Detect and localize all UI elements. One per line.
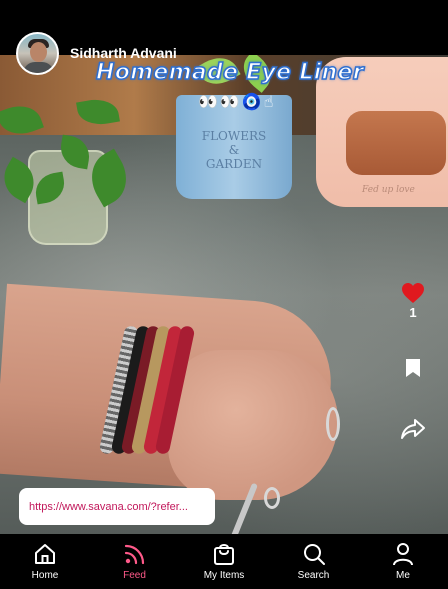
feed-icon [124,544,144,565]
hand [168,350,338,500]
shopping-bag-icon [214,544,234,565]
toaster-slot [346,111,446,175]
search-icon [303,544,325,565]
nav-label: Me [396,570,410,581]
toaster-brand: Fed up love [362,185,415,195]
nav-me[interactable]: Me [368,534,438,589]
ring [264,487,280,509]
nav-home[interactable]: Home [10,534,80,589]
save-button[interactable] [397,358,429,383]
nav-my-items[interactable]: My Items [189,534,259,589]
home-icon [35,544,55,564]
nav-search[interactable]: Search [279,534,349,589]
nav-label: Feed [123,570,146,581]
share-button[interactable] [397,418,429,445]
username[interactable]: Sidharth Advani [70,45,177,61]
pot-label: FLOWERS & GARDEN [201,129,267,171]
avatar-face [30,42,47,62]
product-link-text[interactable]: https://www.savana.com/?refer... [29,501,188,513]
nav-label: Search [297,570,330,581]
profile-icon [393,543,413,566]
title-emoji: 👀👀🧿☝ [198,94,276,111]
video-frame[interactable]: FLOWERS & GARDEN Fed up love [0,55,448,534]
share-icon [401,419,425,439]
bookmark-icon [406,359,420,377]
bottom-nav: Home Feed My Items Search Me [0,534,448,589]
ring [326,407,340,441]
nav-label: Home [31,570,59,581]
like-count: 1 [409,305,417,320]
post-title: Homemade Eye Liner [95,59,364,86]
avatar[interactable] [16,32,59,75]
heart-icon [402,283,424,303]
nav-label: My Items [203,570,245,581]
nav-feed[interactable]: Feed [100,534,170,589]
product-link[interactable]: https://www.savana.com/?refer... [19,488,215,525]
